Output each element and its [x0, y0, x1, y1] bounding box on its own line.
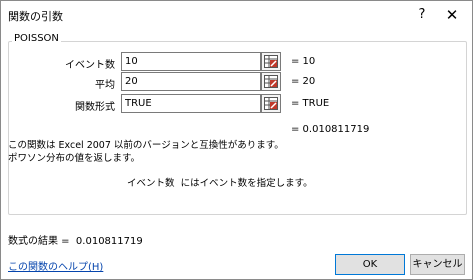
function-help-link[interactable]: この関数のヘルプ(H)	[8, 258, 103, 273]
collapse-dialog-icon	[264, 55, 278, 68]
arg-input-cumulative[interactable]	[121, 94, 261, 113]
help-button[interactable]: ?	[413, 6, 431, 24]
function-arguments-dialog: 関数の引数 ? ✕ POISSON イベント数 = 10 平均 = 20 関数	[0, 0, 473, 280]
formula-preview: = 0.010811719	[291, 124, 370, 135]
arg-label-events: イベント数	[65, 60, 115, 71]
arg-result-cumulative: = TRUE	[291, 98, 330, 109]
cancel-button[interactable]: キャンセル	[410, 254, 465, 275]
collapse-dialog-icon	[264, 97, 278, 110]
arg-result-mean: = 20	[291, 76, 316, 87]
argument-help-name: イベント数	[127, 178, 175, 189]
arg-label-cumulative: 関数形式	[75, 102, 115, 113]
ref-button-mean[interactable]	[261, 72, 281, 91]
ok-button[interactable]: OK	[335, 254, 405, 275]
argument-help: イベント数 にはイベント数を指定します。	[127, 175, 313, 189]
title-bar[interactable]: 関数の引数 ? ✕	[1, 1, 472, 29]
ref-button-events[interactable]	[261, 52, 281, 71]
function-name: POISSON	[12, 33, 61, 44]
collapse-dialog-icon	[264, 75, 278, 88]
arg-input-events[interactable]	[121, 52, 261, 71]
dialog-title: 関数の引数	[8, 10, 63, 23]
arg-result-events: = 10	[291, 56, 316, 67]
formula-result-label: 数式の結果 =	[8, 236, 70, 247]
function-description-line2: ポワソン分布の値を返します。	[8, 153, 141, 164]
ref-button-cumulative[interactable]	[261, 94, 281, 113]
formula-result-value: 0.010811719	[75, 236, 143, 247]
argument-help-text: にはイベント数を指定します。	[180, 178, 313, 189]
formula-result: 数式の結果 = 0.010811719	[8, 232, 143, 247]
arg-input-mean[interactable]	[121, 72, 261, 91]
arg-label-mean: 平均	[95, 80, 115, 91]
close-button[interactable]: ✕	[443, 6, 461, 24]
function-description-line1: この関数は Excel 2007 以前のバージョンと互換性があります。	[8, 140, 284, 151]
